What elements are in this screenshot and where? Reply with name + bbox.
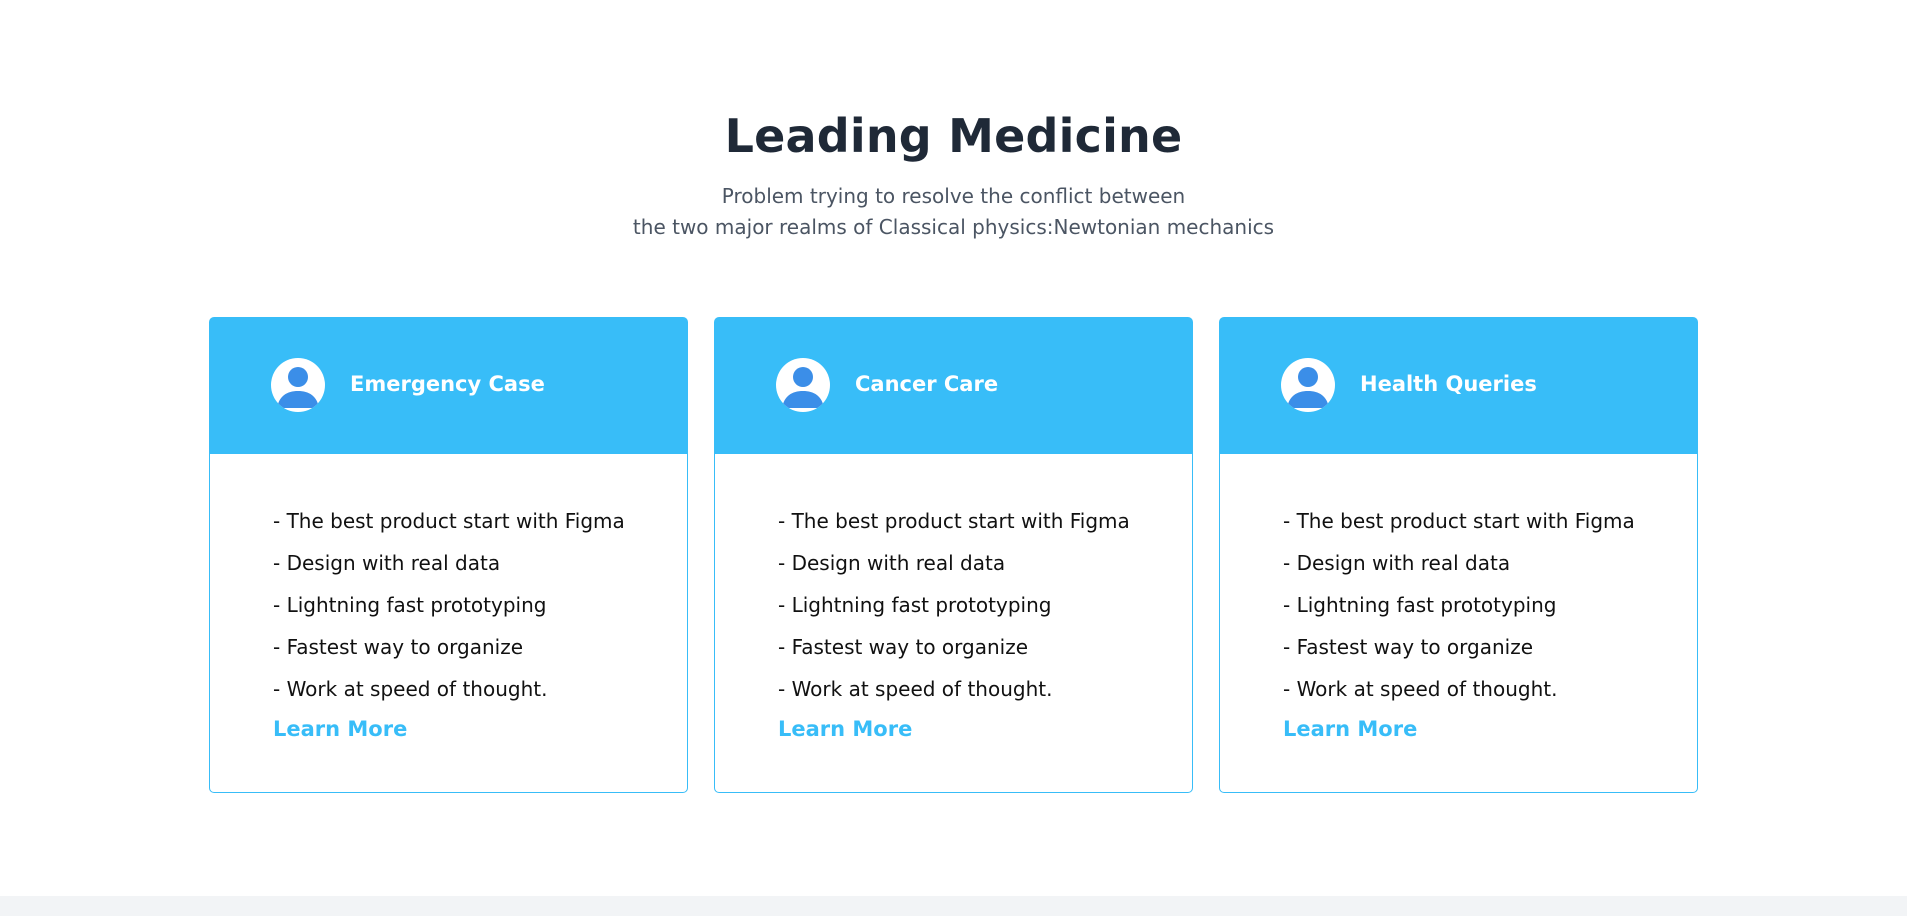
learn-more-link[interactable]: Learn More [778,714,912,744]
feature-item: - Lightning fast prototyping [778,593,1052,617]
feature-item: - Design with real data [778,551,1006,575]
feature-item: - The best product start with Figma [273,509,625,533]
feature-item: - Work at speed of thought. [778,677,1053,701]
feature-item: - Lightning fast prototyping [1283,593,1557,617]
section-subtitle: Problem trying to resolve the conflict b… [0,181,1907,243]
learn-more-link[interactable]: Learn More [273,714,407,744]
card-body: - The best product start with Figma - De… [209,453,688,793]
learn-more-link[interactable]: Learn More [1283,714,1417,744]
section-title: Leading Medicine [724,109,1183,163]
user-avatar-icon [1281,358,1335,412]
feature-item: - Fastest way to organize [778,635,1029,659]
footer-strip [0,896,1907,916]
leading-medicine-section: Leading Medicine Problem trying to resol… [0,0,1907,896]
card-header: Emergency Case [209,317,688,453]
service-card-health-queries: Health Queries - The best product start … [1219,317,1698,793]
card-body: - The best product start with Figma - De… [714,453,1193,793]
card-title: Cancer Care [855,372,999,396]
service-card-emergency-case: Emergency Case - The best product start … [209,317,688,793]
user-avatar-icon [776,358,830,412]
feature-list: - The best product start with Figma - De… [778,500,1130,710]
subtitle-line-1: Problem trying to resolve the conflict b… [721,184,1186,208]
card-title: Health Queries [1360,372,1537,396]
card-header: Health Queries [1219,317,1698,453]
feature-item: - The best product start with Figma [1283,509,1635,533]
feature-list: - The best product start with Figma - De… [1283,500,1635,710]
subtitle-line-2: the two major realms of Classical physic… [632,215,1275,239]
feature-item: - Work at speed of thought. [1283,677,1558,701]
card-title: Emergency Case [350,372,545,396]
feature-list: - The best product start with Figma - De… [273,500,625,710]
feature-item: - The best product start with Figma [778,509,1130,533]
user-avatar-icon [271,358,325,412]
feature-item: - Work at speed of thought. [273,677,548,701]
card-body: - The best product start with Figma - De… [1219,453,1698,793]
feature-item: - Lightning fast prototyping [273,593,547,617]
card-header: Cancer Care [714,317,1193,453]
service-card-cancer-care: Cancer Care - The best product start wit… [714,317,1193,793]
feature-item: - Fastest way to organize [1283,635,1534,659]
feature-item: - Fastest way to organize [273,635,524,659]
feature-item: - Design with real data [1283,551,1511,575]
feature-item: - Design with real data [273,551,501,575]
